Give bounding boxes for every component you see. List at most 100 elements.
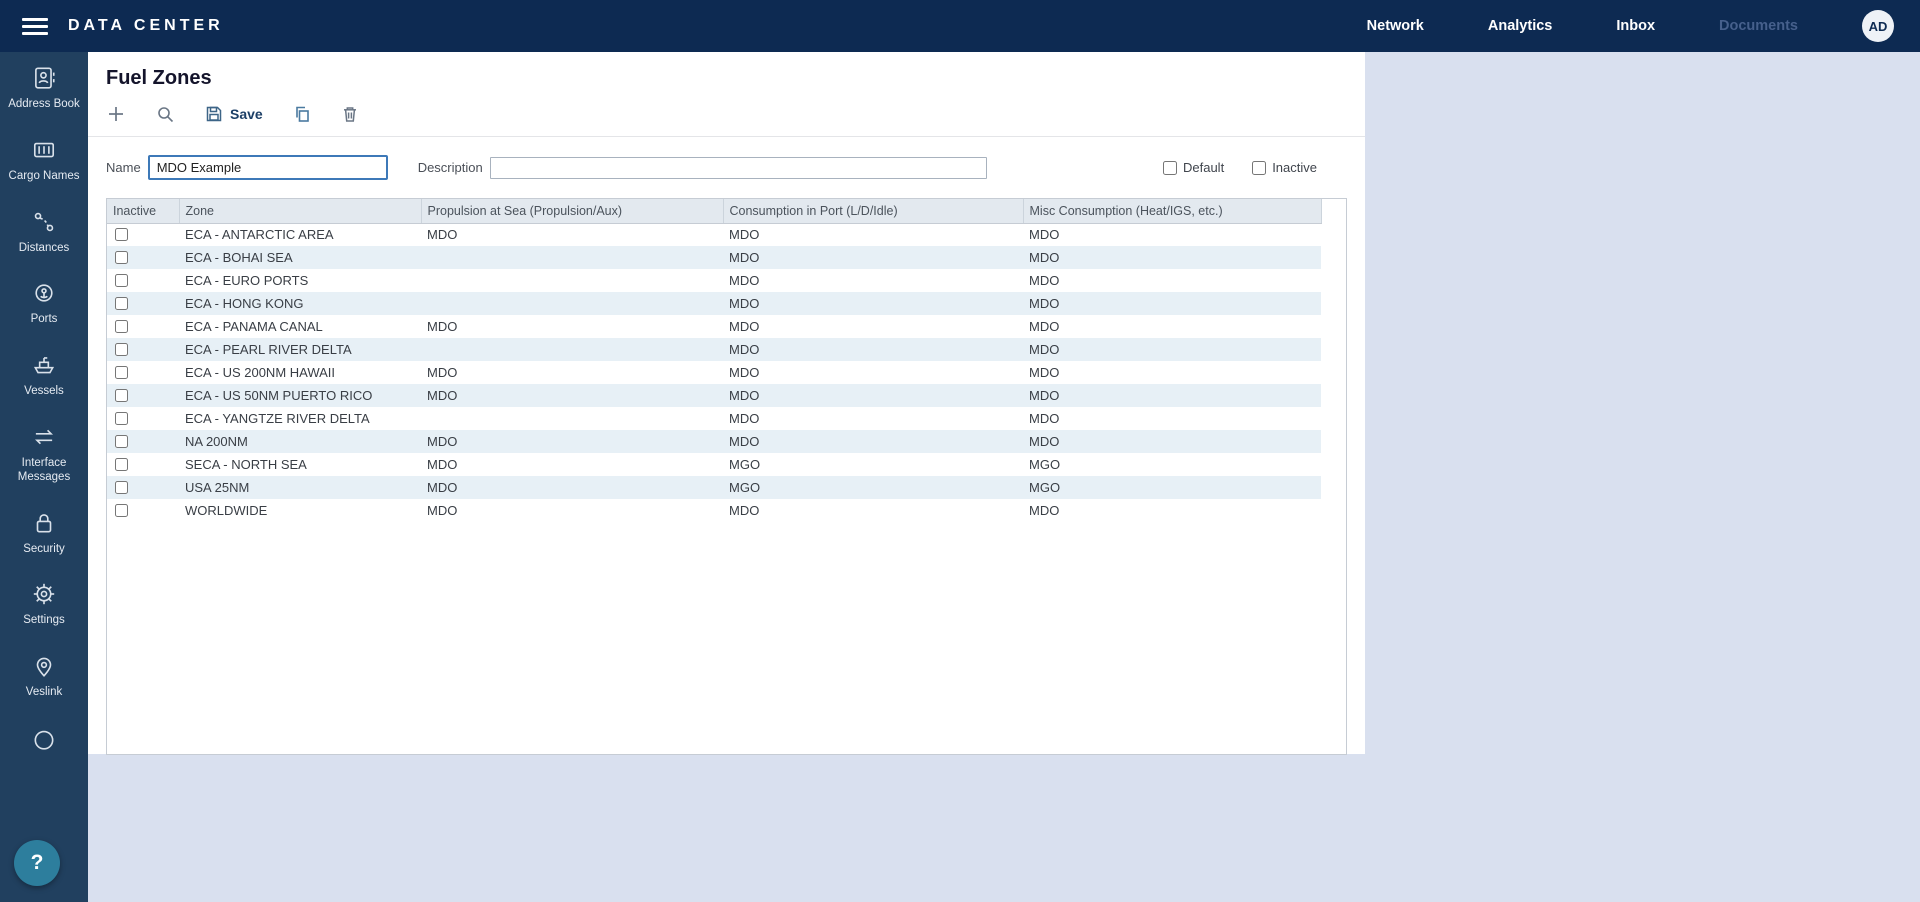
table-row[interactable]: SECA - NORTH SEAMDOMGOMGO	[107, 453, 1321, 476]
row-propulsion-cell[interactable]: MDO	[421, 476, 723, 499]
row-zone-cell[interactable]: ECA - US 200NM HAWAII	[179, 361, 421, 384]
row-zone-cell[interactable]: USA 25NM	[179, 476, 421, 499]
sidebar-item-more-partial[interactable]	[0, 712, 88, 763]
row-misc-consumption-cell[interactable]: MDO	[1023, 269, 1321, 292]
sidebar-item-security[interactable]: Security	[0, 497, 88, 569]
add-button[interactable]	[106, 104, 126, 124]
row-propulsion-cell[interactable]: MDO	[421, 430, 723, 453]
table-row[interactable]: ECA - US 200NM HAWAIIMDOMDOMDO	[107, 361, 1321, 384]
row-inactive-checkbox[interactable]	[115, 458, 128, 471]
table-row[interactable]: ECA - ANTARCTIC AREAMDOMDOMDO	[107, 223, 1321, 246]
row-misc-consumption-cell[interactable]: MDO	[1023, 292, 1321, 315]
table-row[interactable]: ECA - YANGTZE RIVER DELTAMDOMDO	[107, 407, 1321, 430]
row-propulsion-cell[interactable]: MDO	[421, 499, 723, 522]
sidebar-item-ports[interactable]: Ports	[0, 267, 88, 339]
row-zone-cell[interactable]: ECA - BOHAI SEA	[179, 246, 421, 269]
row-misc-consumption-cell[interactable]: MDO	[1023, 384, 1321, 407]
table-row[interactable]: ECA - PEARL RIVER DELTA MDOMDO	[107, 338, 1321, 361]
table-row[interactable]: WORLDWIDEMDOMDOMDO	[107, 499, 1321, 522]
row-inactive-checkbox[interactable]	[115, 504, 128, 517]
table-row[interactable]: ECA - EURO PORTSMDOMDO	[107, 269, 1321, 292]
row-port-consumption-cell[interactable]: MDO	[723, 292, 1023, 315]
help-button[interactable]: ?	[14, 840, 60, 886]
default-checkbox[interactable]	[1163, 161, 1177, 175]
sidebar-item-cargo-names[interactable]: Cargo Names	[0, 124, 88, 196]
row-inactive-checkbox[interactable]	[115, 389, 128, 402]
row-propulsion-cell[interactable]: MDO	[421, 384, 723, 407]
row-misc-consumption-cell[interactable]: MDO	[1023, 315, 1321, 338]
row-inactive-checkbox[interactable]	[115, 251, 128, 264]
row-zone-cell[interactable]: ECA - ANTARCTIC AREA	[179, 223, 421, 246]
row-zone-cell[interactable]: WORLDWIDE	[179, 499, 421, 522]
row-zone-cell[interactable]: SECA - NORTH SEA	[179, 453, 421, 476]
row-port-consumption-cell[interactable]: MDO	[723, 315, 1023, 338]
row-inactive-checkbox[interactable]	[115, 412, 128, 425]
sidebar-item-vessels[interactable]: Vessels	[0, 339, 88, 411]
row-inactive-checkbox[interactable]	[115, 343, 128, 356]
row-inactive-checkbox[interactable]	[115, 481, 128, 494]
inactive-checkbox[interactable]	[1252, 161, 1266, 175]
row-misc-consumption-cell[interactable]: MDO	[1023, 246, 1321, 269]
row-inactive-checkbox[interactable]	[115, 228, 128, 241]
row-port-consumption-cell[interactable]: MDO	[723, 269, 1023, 292]
row-misc-consumption-cell[interactable]: MDO	[1023, 223, 1321, 246]
sidebar-item-address-book[interactable]: Address Book	[0, 52, 88, 124]
table-row[interactable]: USA 25NMMDOMGOMGO	[107, 476, 1321, 499]
row-propulsion-cell[interactable]	[421, 269, 723, 292]
column-header-inactive[interactable]: Inactive	[107, 199, 179, 223]
row-port-consumption-cell[interactable]: MDO	[723, 499, 1023, 522]
row-propulsion-cell[interactable]: MDO	[421, 223, 723, 246]
row-propulsion-cell[interactable]: MDO	[421, 315, 723, 338]
row-inactive-checkbox[interactable]	[115, 297, 128, 310]
row-propulsion-cell[interactable]: MDO	[421, 453, 723, 476]
row-misc-consumption-cell[interactable]: MGO	[1023, 476, 1321, 499]
user-avatar[interactable]: AD	[1862, 10, 1894, 42]
row-misc-consumption-cell[interactable]: MDO	[1023, 499, 1321, 522]
row-propulsion-cell[interactable]	[421, 246, 723, 269]
name-input[interactable]	[148, 155, 388, 180]
row-inactive-checkbox[interactable]	[115, 274, 128, 287]
column-header-misc-consumption[interactable]: Misc Consumption (Heat/IGS, etc.)	[1023, 199, 1321, 223]
row-port-consumption-cell[interactable]: MDO	[723, 338, 1023, 361]
nav-item-inbox[interactable]: Inbox	[1616, 18, 1655, 34]
row-port-consumption-cell[interactable]: MDO	[723, 407, 1023, 430]
row-inactive-checkbox[interactable]	[115, 366, 128, 379]
sidebar-item-distances[interactable]: Distances	[0, 196, 88, 268]
nav-item-analytics[interactable]: Analytics	[1488, 18, 1552, 34]
table-row[interactable]: ECA - PANAMA CANALMDOMDOMDO	[107, 315, 1321, 338]
row-misc-consumption-cell[interactable]: MDO	[1023, 361, 1321, 384]
row-port-consumption-cell[interactable]: MDO	[723, 430, 1023, 453]
row-propulsion-cell[interactable]: MDO	[421, 361, 723, 384]
row-propulsion-cell[interactable]	[421, 407, 723, 430]
delete-button[interactable]	[341, 105, 359, 123]
row-misc-consumption-cell[interactable]: MDO	[1023, 407, 1321, 430]
table-row[interactable]: ECA - US 50NM PUERTO RICOMDOMDOMDO	[107, 384, 1321, 407]
row-zone-cell[interactable]: ECA - US 50NM PUERTO RICO	[179, 384, 421, 407]
row-port-consumption-cell[interactable]: MDO	[723, 384, 1023, 407]
copy-button[interactable]	[293, 105, 311, 123]
table-row[interactable]: ECA - BOHAI SEA MDOMDO	[107, 246, 1321, 269]
search-button[interactable]	[156, 105, 175, 124]
row-zone-cell[interactable]: ECA - HONG KONG	[179, 292, 421, 315]
row-zone-cell[interactable]: ECA - PEARL RIVER DELTA	[179, 338, 421, 361]
row-propulsion-cell[interactable]	[421, 292, 723, 315]
row-port-consumption-cell[interactable]: MGO	[723, 453, 1023, 476]
row-zone-cell[interactable]: NA 200NM	[179, 430, 421, 453]
row-misc-consumption-cell[interactable]: MDO	[1023, 338, 1321, 361]
row-port-consumption-cell[interactable]: MDO	[723, 361, 1023, 384]
save-button[interactable]: Save	[205, 105, 263, 123]
sidebar-item-interface-messages[interactable]: Interface Messages	[0, 411, 88, 497]
row-port-consumption-cell[interactable]: MDO	[723, 246, 1023, 269]
column-header-consumption-port[interactable]: Consumption in Port (L/D/Idle)	[723, 199, 1023, 223]
hamburger-menu-icon[interactable]	[22, 14, 48, 39]
column-header-zone[interactable]: Zone	[179, 199, 421, 223]
table-row[interactable]: NA 200NMMDOMDOMDO	[107, 430, 1321, 453]
row-inactive-checkbox[interactable]	[115, 435, 128, 448]
row-port-consumption-cell[interactable]: MDO	[723, 223, 1023, 246]
row-port-consumption-cell[interactable]: MGO	[723, 476, 1023, 499]
row-zone-cell[interactable]: ECA - PANAMA CANAL	[179, 315, 421, 338]
row-propulsion-cell[interactable]	[421, 338, 723, 361]
sidebar-item-settings[interactable]: Settings	[0, 568, 88, 640]
nav-item-network[interactable]: Network	[1367, 18, 1424, 34]
row-misc-consumption-cell[interactable]: MDO	[1023, 430, 1321, 453]
